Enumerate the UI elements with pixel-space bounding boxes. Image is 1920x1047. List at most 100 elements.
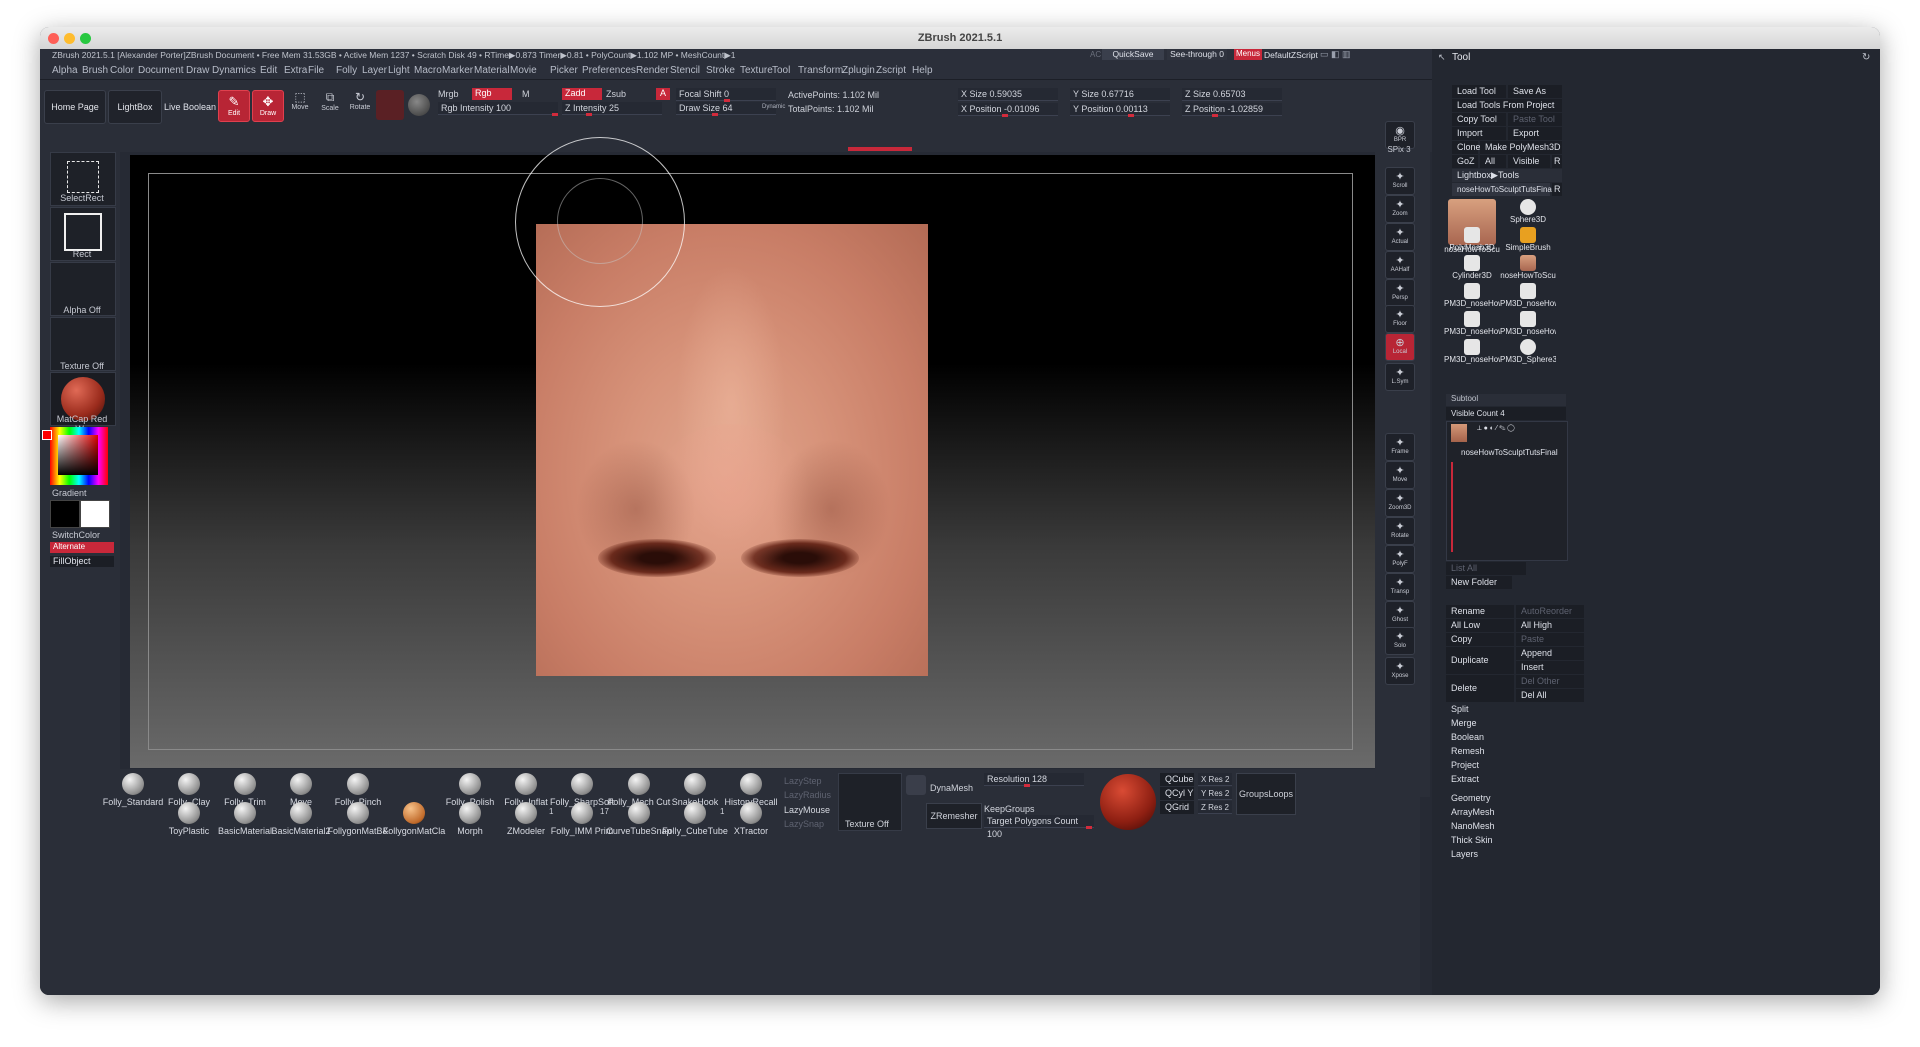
menu-zplugin[interactable]: Zplugin: [842, 65, 875, 76]
focal-shift-slider[interactable]: Focal Shift 0: [676, 88, 776, 102]
document-canvas[interactable]: [130, 137, 1375, 768]
menu-preferences[interactable]: Preferences: [582, 65, 636, 76]
scale-mode-button[interactable]: ⧉ Scale: [316, 90, 344, 122]
visible-count-slider[interactable]: Visible Count 4: [1446, 407, 1566, 420]
load-tools-from-project-button[interactable]: Load Tools From Project: [1452, 99, 1562, 112]
menu-alpha[interactable]: Alpha: [52, 65, 78, 76]
menu-folly[interactable]: Folly: [336, 65, 357, 76]
menu-color[interactable]: Color: [110, 65, 134, 76]
subtool-header[interactable]: Subtool: [1446, 394, 1566, 406]
del-other-button[interactable]: Del Other: [1516, 675, 1584, 688]
thick-skin-section[interactable]: Thick Skin: [1446, 834, 1566, 847]
target-polygons-slider[interactable]: Target Polygons Count 100: [984, 815, 1094, 839]
extract-section[interactable]: Extract: [1446, 773, 1566, 786]
nanomesh-section[interactable]: NanoMesh: [1446, 820, 1566, 833]
menu-edit[interactable]: Edit: [260, 65, 277, 76]
copy-tool-button[interactable]: Copy Tool: [1452, 113, 1506, 126]
transp-button[interactable]: ✦ Transp: [1385, 573, 1415, 601]
rgb-intensity-slider[interactable]: Rgb Intensity 100: [438, 102, 558, 116]
tool-thumb-11[interactable]: PM3D_Sphere3I: [1500, 339, 1556, 367]
xres-slider[interactable]: X Res 2: [1198, 773, 1232, 786]
main-color-swatch[interactable]: [50, 500, 80, 528]
menu-extra[interactable]: Extra: [284, 65, 307, 76]
insert-button[interactable]: Insert: [1516, 661, 1584, 674]
z-intensity-slider[interactable]: Z Intensity 25: [562, 102, 662, 116]
x-size-slider[interactable]: X Size 0.59035: [958, 88, 1058, 101]
scroll-button[interactable]: ✦ Scroll: [1385, 167, 1415, 195]
tool-thumb-9[interactable]: PM3D_noseHow: [1500, 311, 1556, 339]
rename-button[interactable]: Rename: [1446, 605, 1514, 618]
color-sphere-icon[interactable]: [408, 94, 430, 116]
zoom3d-button[interactable]: ✦ Zoom3D: [1385, 489, 1415, 517]
rotate-mode-button[interactable]: ↻ Rotate: [346, 90, 374, 122]
material-swatch-icon[interactable]: [376, 90, 404, 120]
menus-toggle[interactable]: Menus: [1234, 49, 1262, 60]
duplicate-button[interactable]: Duplicate: [1446, 647, 1514, 674]
tool-thumb-8[interactable]: PM3D_noseHow: [1444, 311, 1500, 339]
persp-button[interactable]: ✦ Persp: [1385, 279, 1415, 307]
live-boolean-button[interactable]: Live Boolean: [164, 102, 216, 112]
menu-stencil[interactable]: Stencil: [670, 65, 700, 76]
local-button[interactable]: ⊕ Local: [1385, 333, 1415, 361]
menu-marker[interactable]: Marker: [442, 65, 473, 76]
auto-reorder-button[interactable]: AutoReorder: [1516, 605, 1584, 618]
zres-slider[interactable]: Z Res 2: [1198, 801, 1232, 814]
subtool-thumbnail[interactable]: [1451, 424, 1467, 442]
m-button[interactable]: M: [522, 89, 530, 99]
rotate-view-button[interactable]: ✦ Rotate: [1385, 517, 1415, 545]
project-section[interactable]: Project: [1446, 759, 1566, 772]
menu-tool[interactable]: Tool: [772, 65, 790, 76]
menu-help[interactable]: Help: [912, 65, 933, 76]
dynamic-toggle[interactable]: Dynamic: [762, 104, 785, 110]
menu-light[interactable]: Light: [388, 65, 410, 76]
menu-document[interactable]: Document: [138, 65, 184, 76]
color-picker[interactable]: [50, 427, 108, 485]
make-polymesh-button[interactable]: Make PolyMesh3D: [1480, 141, 1562, 154]
current-tool-slider[interactable]: noseHowToSculptTutsFinal.: [1452, 183, 1556, 196]
tool-thumb-7[interactable]: PM3D_noseHow: [1500, 283, 1556, 311]
lightbox-tools-button[interactable]: Lightbox▶Tools: [1452, 169, 1562, 182]
save-as-button[interactable]: Save As: [1508, 85, 1562, 98]
move-view-button[interactable]: ✦ Move: [1385, 461, 1415, 489]
secondary-color-swatch[interactable]: [80, 500, 110, 528]
seethrough-slider[interactable]: See-through 0: [1167, 49, 1227, 60]
aahalf-button[interactable]: ✦ AAHalf: [1385, 251, 1415, 279]
layers-section[interactable]: Layers: [1446, 848, 1566, 861]
qgrid-button[interactable]: QGrid: [1160, 801, 1194, 814]
z-size-slider[interactable]: Z Size 0.65703: [1182, 88, 1282, 101]
menu-stroke[interactable]: Stroke: [706, 65, 735, 76]
zadd-button[interactable]: Zadd: [562, 88, 602, 100]
dynamesh-button[interactable]: DynaMesh: [930, 783, 973, 793]
zremesher-button[interactable]: ZRemesher: [926, 803, 982, 829]
brush2-xtractor[interactable]: XTractor: [718, 802, 784, 836]
lsym-button[interactable]: ✦ L.Sym: [1385, 363, 1415, 391]
del-all-button[interactable]: Del All: [1516, 689, 1584, 702]
y-size-slider[interactable]: Y Size 0.67716: [1070, 88, 1170, 101]
draw-mode-button[interactable]: ✥ Draw: [252, 90, 284, 122]
paste-subtool-button[interactable]: Paste: [1516, 633, 1584, 646]
qcyl-button[interactable]: QCyl Y: [1160, 787, 1194, 800]
resolution-slider[interactable]: Resolution 128: [984, 773, 1084, 787]
menu-transform[interactable]: Transform: [798, 65, 843, 76]
zsub-button[interactable]: Zsub: [606, 89, 626, 99]
clone-button[interactable]: Clone: [1452, 141, 1481, 154]
lazymouse-button[interactable]: LazyMouse: [784, 804, 830, 816]
color-picker-square[interactable]: [58, 435, 98, 475]
menu-macro[interactable]: Macro: [414, 65, 442, 76]
switch-color-button[interactable]: SwitchColor: [52, 530, 116, 540]
menu-dynamics[interactable]: Dynamics: [212, 65, 256, 76]
delete-button[interactable]: Delete: [1446, 675, 1514, 702]
home-page-button[interactable]: Home Page: [44, 90, 106, 124]
goz-r-button[interactable]: R: [1552, 155, 1562, 168]
spix-slider[interactable]: SPix 3: [1385, 143, 1413, 155]
refresh-icon[interactable]: ↻: [1862, 52, 1870, 63]
tool-thumb-10[interactable]: PM3D_noseHow: [1444, 339, 1500, 367]
remesh-section[interactable]: Remesh: [1446, 745, 1566, 758]
floor-button[interactable]: ✦ Floor: [1385, 305, 1415, 333]
export-button[interactable]: Export: [1508, 127, 1562, 140]
fill-object-button[interactable]: FillObject: [50, 556, 114, 567]
split-section[interactable]: Split: [1446, 703, 1566, 716]
tool-thumb-5[interactable]: noseHowToScu: [1500, 255, 1556, 283]
quicksave-button[interactable]: QuickSave: [1102, 49, 1164, 60]
frame-button[interactable]: ✦ Frame: [1385, 433, 1415, 461]
